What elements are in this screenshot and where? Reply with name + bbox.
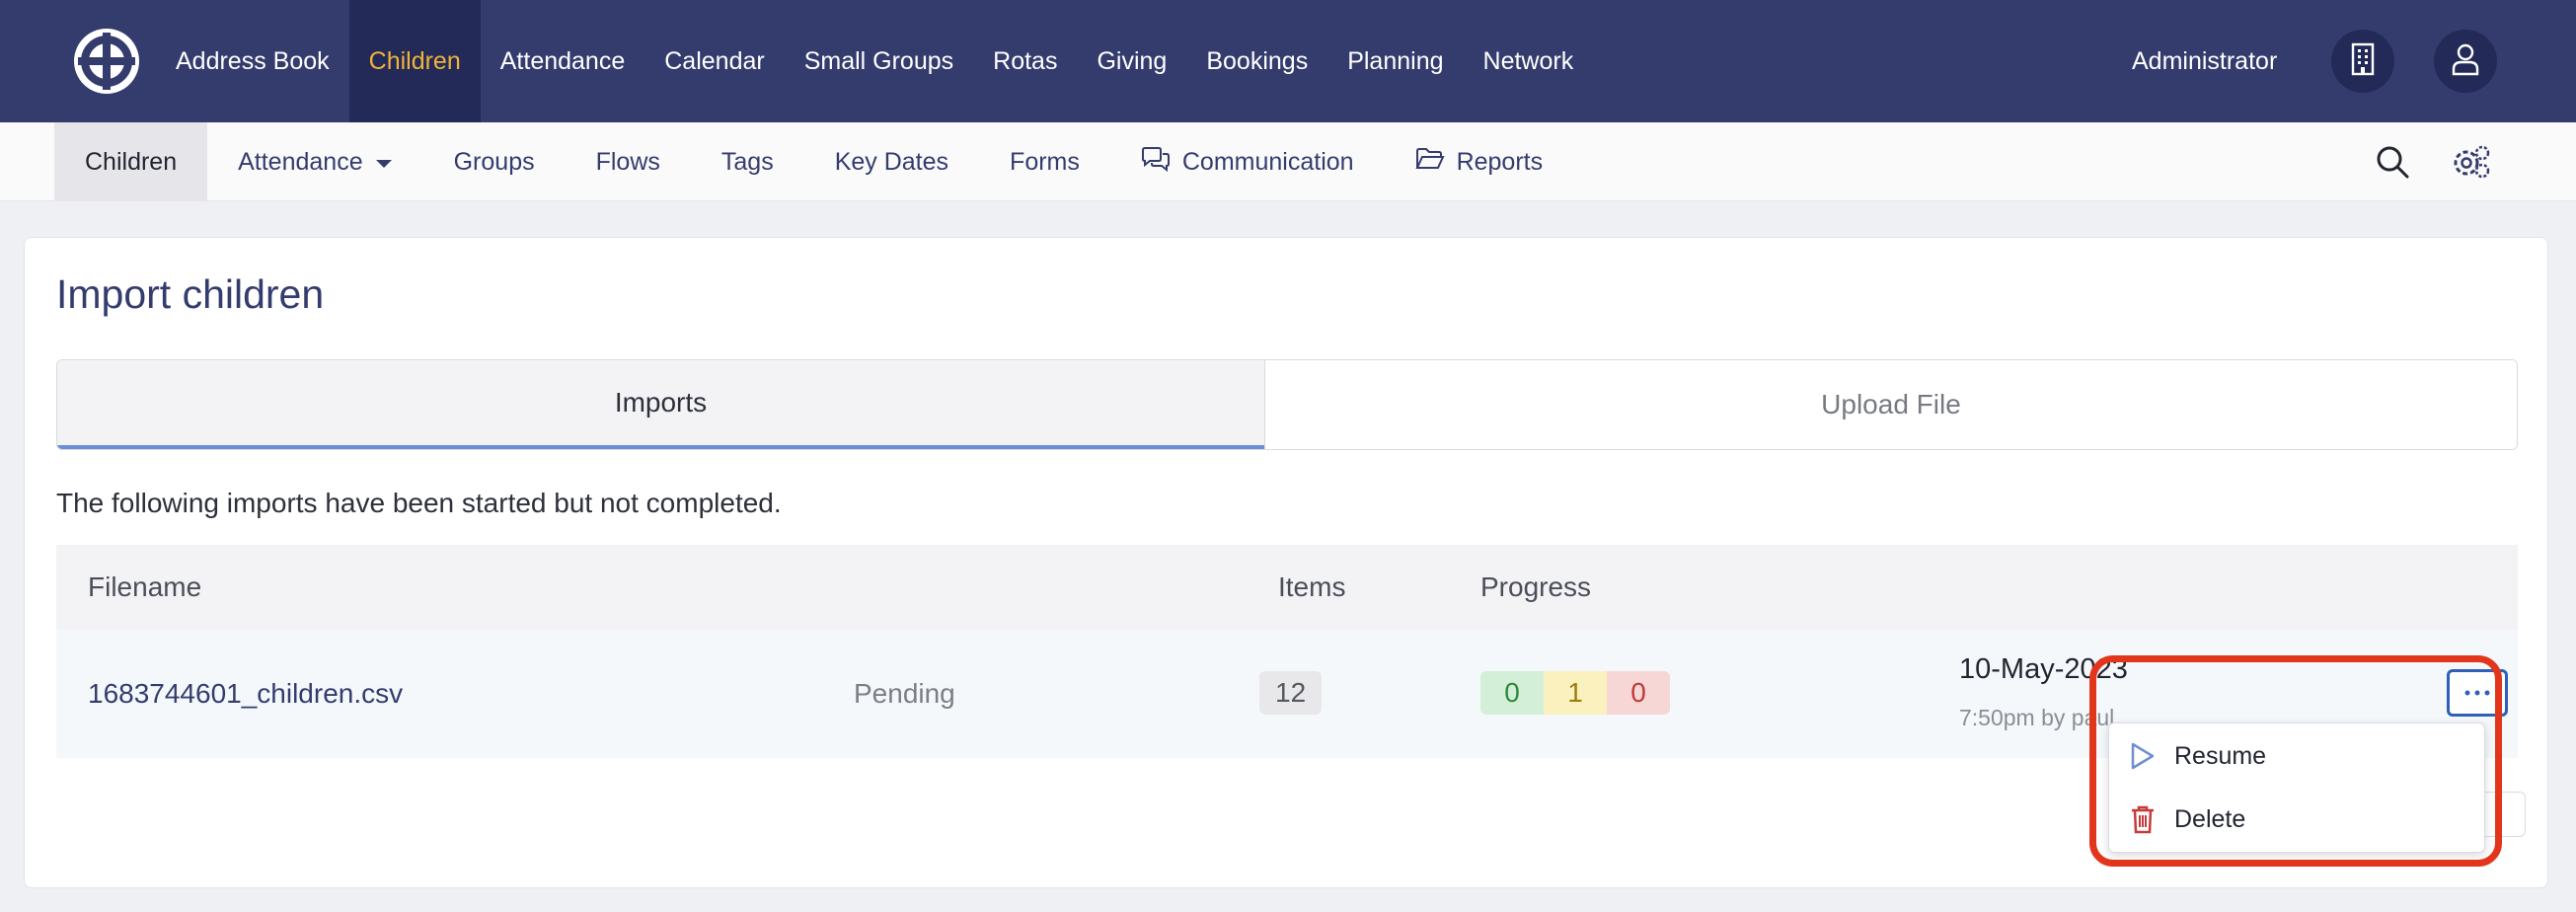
subnav-label: Key Dates [834, 147, 949, 176]
subnav-label: Reports [1456, 147, 1544, 176]
play-icon [2125, 738, 2160, 774]
column-header-filename: Filename [88, 571, 202, 602]
progress-error-count: 0 [1607, 671, 1670, 715]
import-filename-link[interactable]: 1683744601_children.csv [88, 630, 403, 758]
menu-item-resume[interactable]: Resume [2109, 725, 2484, 787]
page-title: Import children [56, 271, 325, 317]
nav-item-children[interactable]: Children [348, 0, 481, 122]
subnav-item-groups[interactable]: Groups [423, 122, 566, 201]
tab-upload-file[interactable]: Upload File [1264, 360, 2517, 449]
subnav-item-key-dates[interactable]: Key Dates [804, 122, 979, 201]
menu-item-label: Delete [2174, 804, 2246, 833]
app-logo-icon[interactable] [72, 27, 141, 96]
organisation-button[interactable] [2331, 30, 2394, 93]
menu-item-label: Resume [2174, 741, 2267, 770]
nav-item-calendar[interactable]: Calendar [644, 0, 784, 122]
subnav-item-attendance[interactable]: Attendance [207, 122, 423, 201]
subnav-label: Tags [720, 147, 774, 176]
nav-item-network[interactable]: Network [1464, 0, 1594, 122]
import-date: 10-May-2023 [1959, 653, 2128, 685]
nav-item-attendance[interactable]: Attendance [481, 0, 645, 122]
nav-item-address-book[interactable]: Address Book [156, 0, 349, 122]
nav-item-giving[interactable]: Giving [1077, 0, 1186, 122]
subnav-item-communication[interactable]: Communication [1110, 122, 1385, 201]
subnav-label: Attendance [238, 147, 363, 176]
import-status: Pending [854, 678, 955, 709]
row-actions-button[interactable] [2447, 669, 2508, 717]
chat-bubbles-icon [1141, 146, 1171, 179]
import-tabs: Imports Upload File [56, 359, 2518, 450]
column-header-items: Items [1278, 571, 1346, 602]
nav-item-planning[interactable]: Planning [1327, 0, 1463, 122]
top-nav: Address Book Children Attendance Calenda… [0, 0, 2576, 122]
nav-item-rotas[interactable]: Rotas [973, 0, 1077, 122]
top-nav-items: Address Book Children Attendance Calenda… [156, 0, 1593, 122]
account-name[interactable]: Administrator [2132, 0, 2277, 122]
progress-warning-count: 1 [1544, 671, 1607, 715]
menu-item-delete[interactable]: Delete [2109, 789, 2484, 850]
subnav-label: Children [85, 147, 178, 176]
subnav-label: Communication [1181, 147, 1354, 176]
table-header: Filename Items Progress [56, 545, 2518, 630]
building-icon [2348, 42, 2378, 81]
user-icon [2451, 42, 2480, 81]
nav-item-bookings[interactable]: Bookings [1186, 0, 1327, 122]
import-time-user: 7:50pm by paul [1959, 705, 2115, 730]
section-nav: Children Attendance Groups Flows Tags Ke… [0, 122, 2576, 201]
search-icon[interactable] [2373, 142, 2412, 182]
caret-down-icon [375, 148, 393, 177]
intro-text: The following imports have been started … [56, 488, 782, 518]
row-actions-menu: Resume Delete [2108, 722, 2485, 853]
subnav-item-flows[interactable]: Flows [566, 122, 691, 201]
more-horizontal-icon [2463, 684, 2491, 702]
subnav-label: Groups [453, 147, 535, 176]
subnav-label: Flows [595, 147, 660, 176]
nav-item-small-groups[interactable]: Small Groups [785, 0, 973, 122]
pagination-button[interactable] [2480, 792, 2526, 837]
trash-icon [2125, 801, 2160, 837]
progress-success-count: 0 [1480, 671, 1544, 715]
items-count-badge: 12 [1259, 671, 1323, 715]
user-menu-button[interactable] [2434, 30, 2497, 93]
subnav-item-reports[interactable]: Reports [1385, 122, 1574, 201]
folder-icon [1415, 147, 1445, 178]
subnav-item-children[interactable]: Children [54, 122, 208, 201]
tab-imports[interactable]: Imports [57, 360, 1264, 449]
section-nav-items: Children Attendance Groups Flows Tags Ke… [54, 122, 1573, 201]
progress-bar: 0 1 0 [1480, 671, 1670, 715]
subnav-item-tags[interactable]: Tags [691, 122, 804, 201]
subnav-label: Forms [1010, 147, 1080, 176]
settings-gears-icon[interactable] [2452, 142, 2491, 182]
column-header-progress: Progress [1480, 571, 1592, 602]
subnav-item-forms[interactable]: Forms [979, 122, 1110, 201]
